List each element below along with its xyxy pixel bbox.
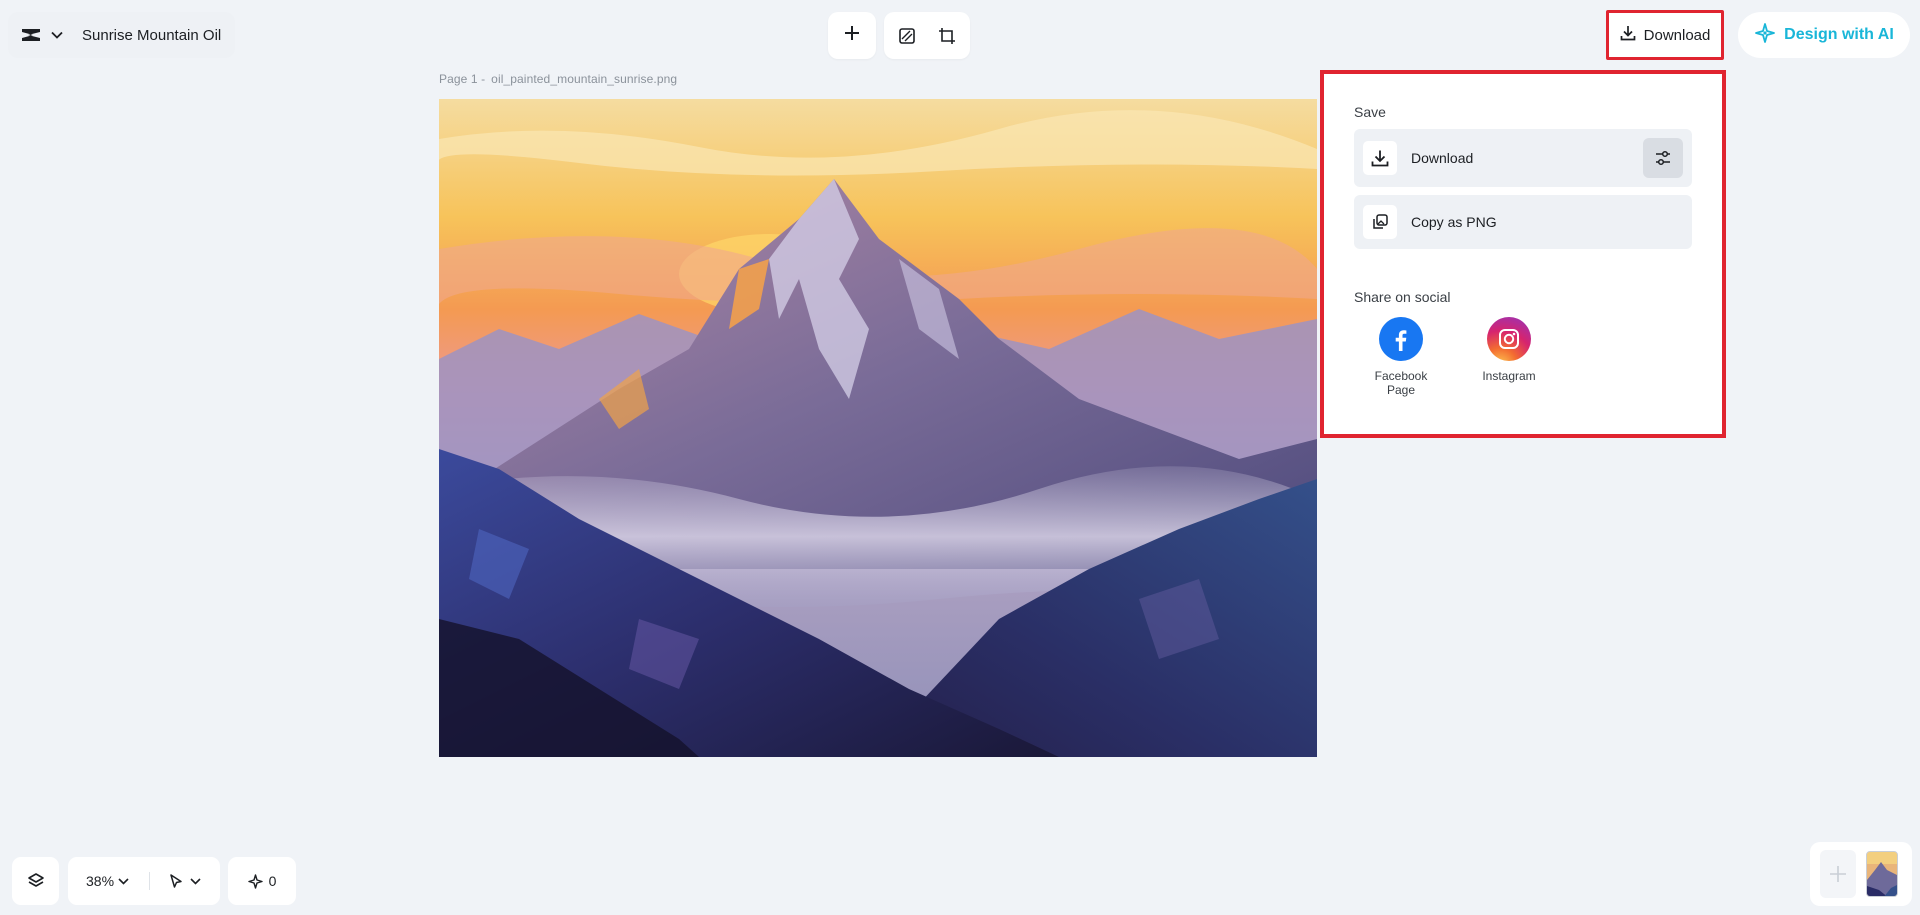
instagram-icon: [1487, 317, 1531, 361]
download-icon: [1363, 141, 1397, 175]
facebook-page-label: Facebook Page: [1374, 369, 1428, 397]
pointer-mode-dropdown[interactable]: [168, 873, 201, 889]
share-instagram[interactable]: Instagram: [1468, 317, 1550, 397]
ai-sparkle-icon: [1754, 22, 1776, 49]
save-section-heading: Save: [1354, 104, 1386, 120]
resize-icon: [939, 27, 955, 44]
layers-icon: [27, 873, 44, 887]
canvas-artwork[interactable]: [439, 99, 1317, 757]
layers-button[interactable]: [12, 857, 59, 905]
sliders-icon: [1656, 150, 1670, 166]
canvas-tools: [884, 12, 970, 59]
plus-icon: [1830, 866, 1846, 882]
zoom-dropdown[interactable]: 38%: [86, 873, 129, 889]
copy-image-icon: [1363, 205, 1397, 239]
divider: [149, 872, 151, 890]
add-element-button[interactable]: [828, 12, 876, 59]
download-button[interactable]: Download: [1606, 10, 1724, 60]
design-with-ai-button[interactable]: Design with AI: [1738, 12, 1910, 58]
chevron-down-icon: [118, 877, 129, 885]
download-dropdown-panel: Save Download Copy as PNG Share on socia…: [1320, 70, 1726, 438]
zoom-level: 38%: [86, 873, 115, 889]
pointer-arrow-icon: [170, 874, 182, 888]
background-pattern-icon: [899, 27, 915, 44]
share-section-heading: Share on social: [1354, 289, 1451, 305]
download-settings-button[interactable]: [1643, 138, 1683, 178]
download-option[interactable]: Download: [1354, 129, 1692, 187]
project-menu[interactable]: Sunrise Mountain Oil: [8, 12, 236, 58]
chevron-down-icon[interactable]: [50, 28, 64, 42]
facebook-icon: [1379, 317, 1423, 361]
page-thumbnail[interactable]: [1866, 851, 1898, 897]
editor-app: Sunrise Mountain Oil Download Design wit…: [0, 0, 1920, 915]
ai-credits-button[interactable]: 0: [228, 857, 296, 905]
project-title[interactable]: Sunrise Mountain Oil: [82, 27, 221, 44]
add-page-button[interactable]: [1820, 850, 1856, 898]
mountain-painting: [439, 99, 1317, 757]
copy-as-png-label: Copy as PNG: [1411, 214, 1497, 230]
background-tool-button[interactable]: [892, 21, 922, 51]
design-with-ai-label: Design with AI: [1784, 26, 1894, 43]
sparkle-icon: [247, 873, 263, 889]
page-number: Page 1 -: [439, 72, 486, 86]
instagram-label: Instagram: [1482, 369, 1536, 383]
share-facebook-page[interactable]: Facebook Page: [1368, 317, 1434, 397]
page-file-name: oil_painted_mountain_sunrise.png: [491, 72, 678, 86]
social-share-list: Facebook Page Instagram: [1354, 317, 1692, 397]
chevron-down-icon: [190, 877, 201, 885]
download-button-label: Download: [1643, 26, 1711, 44]
pages-panel: [1810, 842, 1912, 906]
capcut-logo-icon[interactable]: [18, 22, 44, 48]
download-option-label: Download: [1411, 150, 1474, 166]
page-label: Page 1 - oil_painted_mountain_sunrise.png: [439, 72, 677, 86]
copy-as-png-option[interactable]: Copy as PNG: [1354, 195, 1692, 249]
resize-tool-button[interactable]: [932, 21, 962, 51]
download-icon: [1620, 25, 1636, 45]
zoom-and-pointer-controls: 38%: [68, 857, 220, 905]
ai-credit-count: 0: [268, 873, 277, 889]
plus-icon: [844, 25, 860, 46]
